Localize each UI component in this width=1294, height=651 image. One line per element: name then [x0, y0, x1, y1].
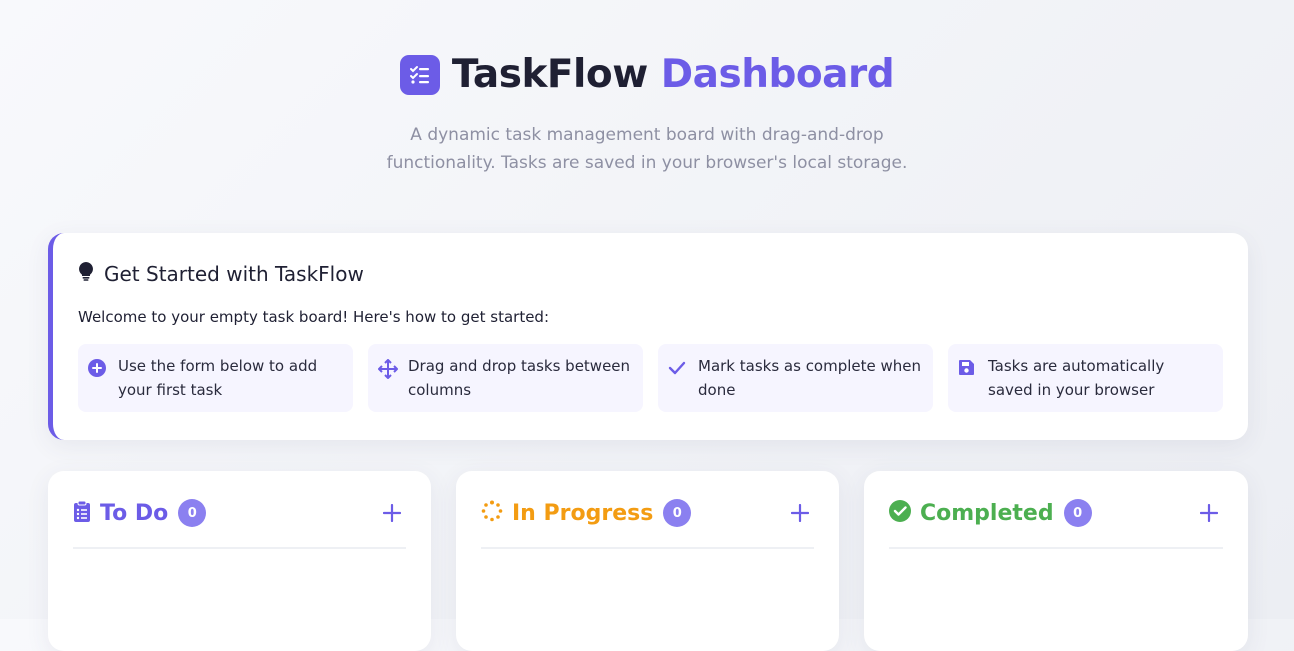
- page-header: TaskFlow Dashboard A dynamic task manage…: [0, 0, 1294, 177]
- column-todo[interactable]: To Do 0: [48, 471, 431, 651]
- save-icon: [958, 354, 978, 402]
- column-title: To Do: [100, 500, 169, 526]
- tip-item: Tasks are automatically saved in your br…: [948, 344, 1223, 412]
- spinner-icon: [481, 500, 503, 526]
- column-title: In Progress: [512, 500, 654, 526]
- clipboard-list-icon: [73, 500, 91, 526]
- column-header: Completed 0: [889, 499, 1223, 549]
- check-icon: [668, 354, 688, 402]
- tips-list: Use the form below to add your first tas…: [78, 344, 1223, 412]
- task-count-badge: 0: [663, 499, 692, 527]
- move-arrows-icon: [378, 354, 398, 402]
- tip-item: Mark tasks as complete when done: [658, 344, 933, 412]
- column-completed[interactable]: Completed 0: [864, 471, 1248, 651]
- tip-item: Use the form below to add your first tas…: [78, 344, 353, 412]
- column-title: Completed: [920, 500, 1054, 526]
- tip-text: Mark tasks as complete when done: [698, 357, 922, 399]
- get-started-title-text: Get Started with TaskFlow: [104, 261, 364, 286]
- get-started-title: Get Started with TaskFlow: [78, 261, 1223, 286]
- check-circle-icon: [889, 500, 911, 526]
- tip-text: Use the form below to add your first tas…: [118, 357, 318, 399]
- task-count-badge: 0: [178, 499, 207, 527]
- page-subtitle: A dynamic task management board with dra…: [386, 125, 908, 173]
- tasks-checklist-icon: [399, 54, 440, 95]
- task-board: To Do 0 In Progress 0 Completed 0: [48, 471, 1248, 651]
- add-task-button[interactable]: [378, 499, 406, 527]
- title-part-2: Dashboard: [660, 52, 895, 97]
- add-task-button[interactable]: [786, 499, 814, 527]
- tip-text: Drag and drop tasks between columns: [408, 357, 631, 399]
- column-in-progress[interactable]: In Progress 0: [456, 471, 839, 651]
- add-task-button[interactable]: [1195, 499, 1223, 527]
- title-part-1: TaskFlow: [451, 52, 648, 97]
- welcome-text: Welcome to your empty task board! Here's…: [78, 308, 549, 326]
- get-started-card: Get Started with TaskFlow Welcome to you…: [48, 233, 1248, 440]
- plus-circle-icon: [88, 354, 108, 402]
- column-header: In Progress 0: [481, 499, 814, 549]
- column-header: To Do 0: [73, 499, 406, 549]
- title-row: TaskFlow Dashboard: [0, 52, 1294, 97]
- tip-text: Tasks are automatically saved in your br…: [988, 357, 1165, 399]
- page-title: TaskFlow Dashboard: [451, 52, 895, 97]
- tip-item: Drag and drop tasks between columns: [368, 344, 643, 412]
- lightbulb-icon: [78, 261, 94, 286]
- task-count-badge: 0: [1063, 499, 1092, 527]
